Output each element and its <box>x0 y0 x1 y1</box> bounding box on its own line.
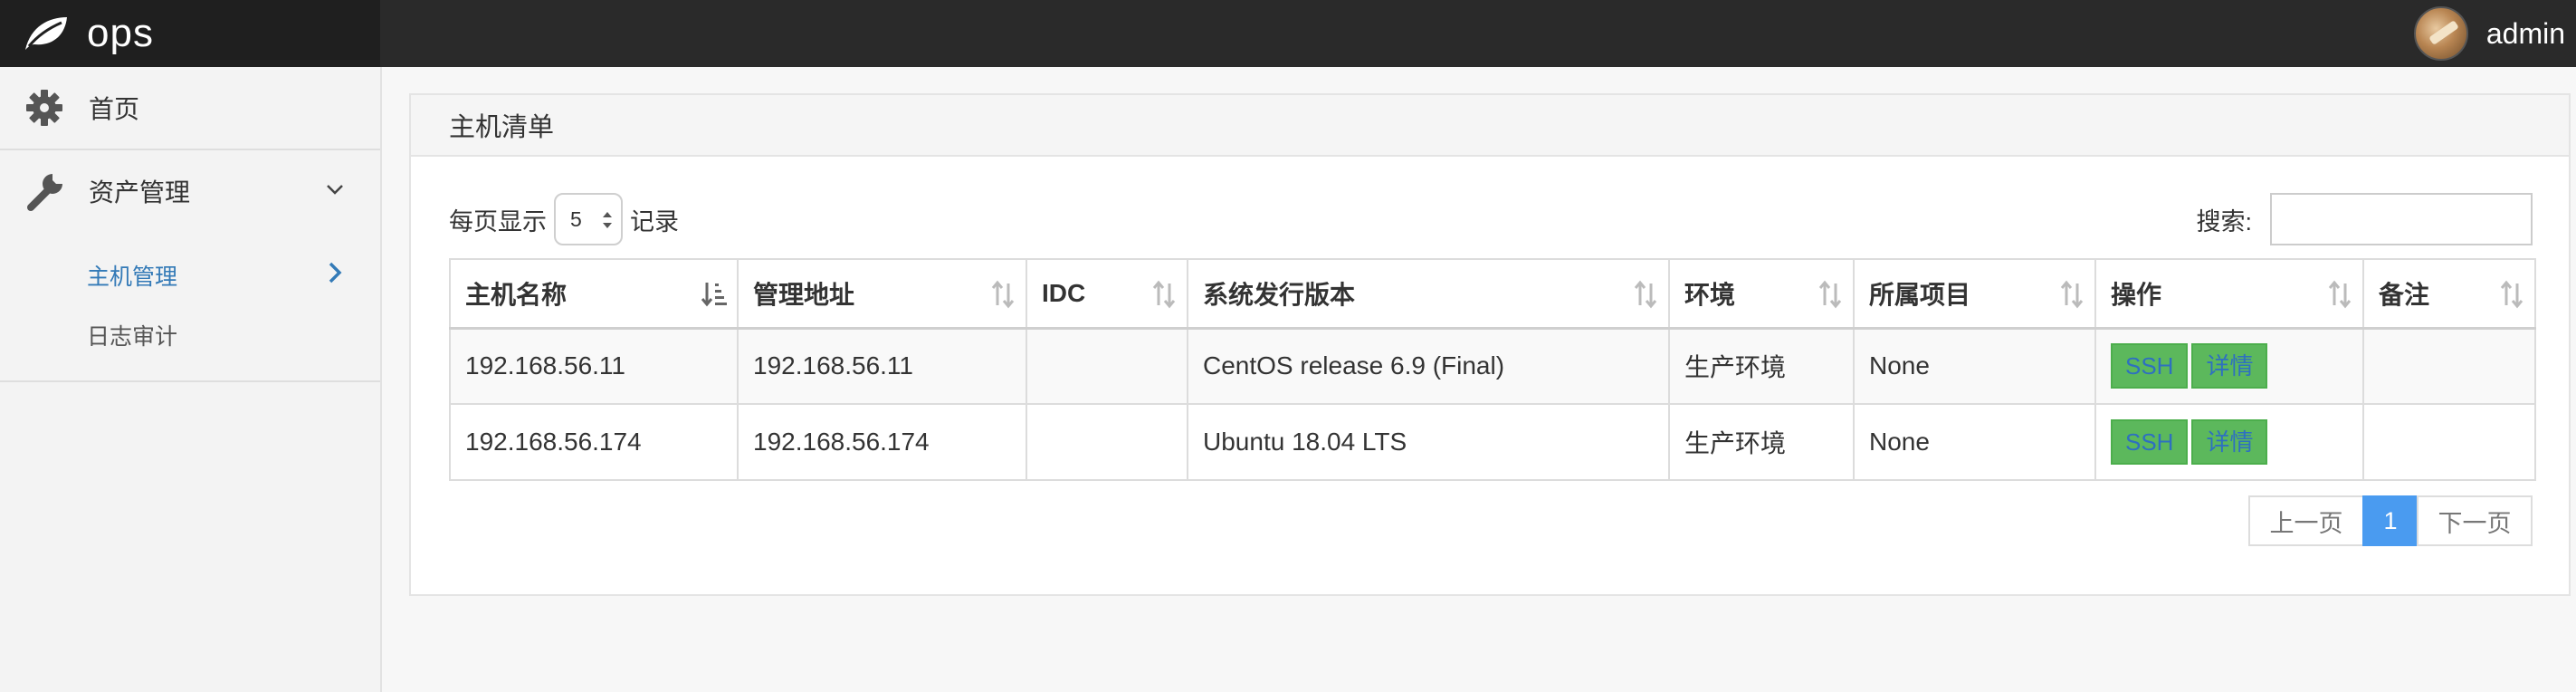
cell-address: 192.168.56.174 <box>737 403 1027 481</box>
chevron-right-icon <box>328 261 342 289</box>
gear-icon <box>25 89 63 127</box>
search-input[interactable] <box>2270 193 2533 245</box>
detail-button[interactable]: 详情 <box>2191 343 2268 389</box>
search-label: 搜索: <box>2196 207 2252 235</box>
panel-title: 主机清单 <box>411 95 2569 157</box>
sidebar-item-home[interactable]: 首页 <box>0 67 380 149</box>
host-table: 主机名称 管理地址 IDC 系统发行版本 环境 所属项目 操作 备注 192.1… <box>449 258 2536 481</box>
cell-env: 生产环境 <box>1668 327 1855 405</box>
page-length-select[interactable]: 5 <box>554 193 623 245</box>
cell-address: 192.168.56.11 <box>737 327 1027 405</box>
cell-idc <box>1026 403 1188 481</box>
column-header-actions[interactable]: 操作 <box>2094 258 2364 330</box>
sidebar: 首页 资产管理 主机管理 日志审计 <box>0 67 382 692</box>
search-control: 搜索: <box>2196 193 2533 245</box>
avatar[interactable] <box>2413 6 2468 61</box>
sort-both-icon <box>2498 280 2525 309</box>
column-header-env[interactable]: 环境 <box>1668 258 1855 330</box>
cell-hostname: 192.168.56.11 <box>449 327 739 405</box>
sort-ascending-icon <box>701 280 728 309</box>
table-row: 192.168.56.174 192.168.56.174 Ubuntu 18.… <box>449 403 2536 481</box>
page-1-button[interactable]: 1 <box>2362 495 2419 546</box>
cell-hostname: 192.168.56.174 <box>449 403 739 481</box>
chevron-down-icon <box>326 183 344 200</box>
ssh-button[interactable]: SSH <box>2111 419 2189 465</box>
cell-remark <box>2362 327 2536 405</box>
sort-both-icon <box>1150 280 1178 309</box>
column-header-remark[interactable]: 备注 <box>2362 258 2536 330</box>
sidebar-item-label: 资产管理 <box>89 178 191 207</box>
column-header-hostname[interactable]: 主机名称 <box>449 258 739 330</box>
cell-actions: SSH 详情 <box>2094 403 2364 481</box>
column-header-os[interactable]: 系统发行版本 <box>1187 258 1670 330</box>
cell-os: Ubuntu 18.04 LTS <box>1187 403 1670 481</box>
divider <box>0 380 380 382</box>
sort-both-icon <box>1817 280 1844 309</box>
cell-idc <box>1026 327 1188 405</box>
sort-both-icon <box>1632 280 1659 309</box>
page-length-control: 每页显示 5 记录 <box>449 192 679 246</box>
sidebar-item-label: 首页 <box>89 95 140 123</box>
cell-project: None <box>1853 403 2096 481</box>
brand-name: ops <box>87 11 154 55</box>
cell-os: CentOS release 6.9 (Final) <box>1187 327 1670 405</box>
username[interactable]: admin <box>2486 17 2565 51</box>
select-arrows-icon <box>601 207 614 239</box>
next-page-button[interactable]: 下一页 <box>2417 495 2533 546</box>
prev-page-button[interactable]: 上一页 <box>2248 495 2364 546</box>
cell-remark <box>2362 403 2536 481</box>
pagination: 上一页 1 下一页 <box>2248 495 2533 546</box>
top-navbar: ops admin <box>0 0 2576 67</box>
wrench-icon <box>25 171 65 211</box>
sidebar-subitem-hosts[interactable]: 主机管理 <box>87 259 177 292</box>
page-length-value: 5 <box>570 207 582 231</box>
column-header-project[interactable]: 所属项目 <box>1853 258 2096 330</box>
host-list-panel: 主机清单 每页显示 5 记录 搜索: 主机名称 管理地址 IDC 系统发行版本 <box>409 93 2571 596</box>
brand[interactable]: ops <box>0 0 380 67</box>
sort-both-icon <box>2058 280 2085 309</box>
length-prefix: 每页显示 <box>449 207 547 235</box>
column-header-idc[interactable]: IDC <box>1026 258 1188 330</box>
leaf-logo-icon <box>20 12 71 55</box>
column-header-address[interactable]: 管理地址 <box>737 258 1027 330</box>
sidebar-subitem-audit[interactable]: 日志审计 <box>87 319 177 351</box>
table-row: 192.168.56.11 192.168.56.11 CentOS relea… <box>449 327 2536 405</box>
sidebar-item-assets[interactable]: 资产管理 <box>0 150 380 232</box>
detail-button[interactable]: 详情 <box>2191 419 2268 465</box>
sort-both-icon <box>989 280 1016 309</box>
cell-actions: SSH 详情 <box>2094 327 2364 405</box>
user-menu[interactable]: admin <box>2413 0 2565 67</box>
table-header-row: 主机名称 管理地址 IDC 系统发行版本 环境 所属项目 操作 备注 <box>449 258 2536 330</box>
length-suffix: 记录 <box>630 207 679 235</box>
cell-env: 生产环境 <box>1668 403 1855 481</box>
sort-both-icon <box>2326 280 2353 309</box>
ssh-button[interactable]: SSH <box>2111 343 2189 389</box>
cell-project: None <box>1853 327 2096 405</box>
